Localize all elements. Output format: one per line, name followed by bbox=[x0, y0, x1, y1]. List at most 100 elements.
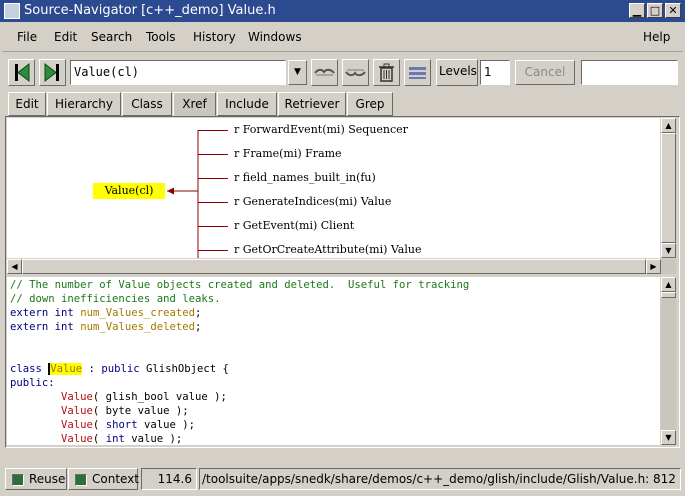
chevron-down-icon: ▼ bbox=[294, 67, 301, 77]
scroll-up-icon[interactable]: ▲ bbox=[661, 277, 676, 292]
menu-history[interactable]: History bbox=[193, 30, 236, 44]
symbol-input[interactable]: Value(cl) bbox=[70, 60, 286, 85]
menu-file-label: File bbox=[17, 30, 38, 44]
code-token: ( byte value ); bbox=[92, 405, 189, 417]
code-token: value ); bbox=[137, 419, 195, 431]
menu-help[interactable]: Help bbox=[643, 30, 670, 44]
code-token: num_Values_created bbox=[80, 307, 196, 319]
close-button[interactable]: ✕ bbox=[665, 3, 681, 18]
code-token: ( bbox=[92, 419, 106, 431]
code-token: // down inefficiencies and leaks. bbox=[10, 293, 221, 305]
code-token: public: bbox=[10, 377, 55, 389]
delete-button[interactable] bbox=[373, 59, 400, 86]
code-token: : bbox=[82, 363, 102, 375]
menu-tools-label: Tools bbox=[146, 30, 176, 44]
tab-grep[interactable]: Grep bbox=[347, 92, 393, 116]
xref-graph-pane[interactable]: Value(cl) r ForwardEvent(mi) Sequencer r… bbox=[7, 118, 660, 258]
code-line: Value( glish_bool value ); bbox=[10, 390, 227, 404]
code-token: // The number of Value objects created a… bbox=[10, 279, 470, 291]
symbol-dropdown-button[interactable]: ▼ bbox=[288, 60, 307, 85]
levels-input[interactable]: 1 bbox=[480, 60, 510, 85]
back-arrow-icon bbox=[15, 62, 30, 83]
xref-horizontal-scrollbar[interactable]: ◀ ▶ bbox=[7, 259, 676, 274]
refers-to-button[interactable] bbox=[311, 59, 338, 86]
code-token: int bbox=[54, 307, 74, 319]
menu-file[interactable]: File bbox=[17, 30, 37, 44]
scroll-up-icon[interactable]: ▲ bbox=[661, 118, 676, 133]
reuse-checkbox[interactable] bbox=[12, 474, 24, 486]
code-token: public bbox=[101, 363, 140, 375]
forward-button[interactable] bbox=[39, 59, 66, 86]
code-token: ( bbox=[92, 433, 106, 445]
code-token: ( glish_bool value ); bbox=[92, 391, 227, 403]
xref-ref-node[interactable]: r Frame(mi) Frame bbox=[234, 147, 342, 161]
status-bar: Reuse Context 114.6 /toolsuite/apps/sned… bbox=[2, 466, 683, 492]
scroll-left-icon[interactable]: ◀ bbox=[7, 259, 22, 274]
context-label: Context bbox=[92, 472, 140, 486]
scroll-thumb[interactable] bbox=[661, 292, 676, 298]
code-line: Value( int value ); bbox=[10, 432, 182, 445]
menu-windows[interactable]: Windows bbox=[248, 30, 302, 44]
menu-tools[interactable]: Tools bbox=[146, 30, 176, 44]
xref-connector bbox=[198, 250, 228, 251]
menu-windows-label: Windows bbox=[248, 30, 302, 44]
code-token: num_Values_deleted bbox=[80, 321, 196, 333]
tab-include[interactable]: Include bbox=[217, 92, 277, 116]
xref-connector bbox=[198, 178, 228, 179]
hscroll-thumb[interactable] bbox=[22, 259, 646, 274]
xref-ref-node[interactable]: r GetEvent(mi) Client bbox=[234, 219, 354, 233]
code-line: // The number of Value objects created a… bbox=[10, 278, 469, 292]
reuse-toggle[interactable]: Reuse bbox=[5, 468, 67, 490]
menu-edit-label: Edit bbox=[54, 30, 78, 44]
scroll-thumb[interactable] bbox=[661, 133, 676, 243]
maximize-button[interactable]: □ bbox=[647, 3, 663, 18]
xref-ref-node[interactable]: r GenerateIndices(mi) Value bbox=[234, 195, 391, 209]
reuse-label: Reuse bbox=[29, 472, 66, 486]
xref-ref-node[interactable]: r GetOrCreateAttribute(mi) Value bbox=[234, 243, 421, 257]
tab-retriever[interactable]: Retriever bbox=[278, 92, 346, 116]
code-line: // down inefficiencies and leaks. bbox=[10, 292, 220, 306]
code-token: ; bbox=[195, 307, 202, 319]
code-token: ; bbox=[195, 321, 202, 333]
tab-xref[interactable]: Xref bbox=[173, 92, 216, 116]
context-checkbox[interactable] bbox=[75, 474, 87, 486]
scroll-right-icon[interactable]: ▶ bbox=[646, 259, 661, 274]
tab-edit[interactable]: Edit bbox=[8, 92, 46, 116]
referred-by-button[interactable] bbox=[342, 59, 369, 86]
hands-right-icon bbox=[314, 68, 335, 76]
arrow-left-icon bbox=[167, 187, 174, 195]
code-line: class Value : public GlishObject { bbox=[10, 362, 229, 376]
scroll-down-icon[interactable]: ▼ bbox=[661, 243, 676, 258]
code-token: Value bbox=[61, 405, 93, 417]
code-token: int bbox=[54, 321, 74, 333]
xref-root-node[interactable]: Value(cl) bbox=[93, 183, 165, 199]
menu-help-label: Help bbox=[643, 30, 671, 44]
context-toggle[interactable]: Context bbox=[68, 468, 140, 490]
menu-edit[interactable]: Edit bbox=[54, 30, 77, 44]
title-bar[interactable]: Source-Navigator [c++_demo] Value.h ▁ □ … bbox=[0, 0, 685, 22]
xref-ref-node[interactable]: r ForwardEvent(mi) Sequencer bbox=[234, 123, 408, 137]
tab-class[interactable]: Class bbox=[122, 92, 172, 116]
code-line: extern int num_Values_created; bbox=[10, 306, 201, 320]
editor-vertical-scrollbar[interactable]: ▲ ▼ bbox=[661, 277, 676, 445]
menu-search[interactable]: Search bbox=[91, 30, 132, 44]
minimize-button[interactable]: ▁ bbox=[629, 3, 645, 18]
graph-layout-button[interactable] bbox=[404, 59, 431, 86]
cancel-button[interactable]: Cancel bbox=[515, 60, 575, 85]
code-line: Value( byte value ); bbox=[10, 404, 189, 418]
scroll-down-icon[interactable]: ▼ bbox=[661, 430, 676, 445]
xref-connector bbox=[198, 202, 228, 203]
menu-search-label: Search bbox=[91, 30, 133, 44]
xref-ref-node[interactable]: r field_names_built_in(fu) bbox=[234, 171, 376, 185]
code-token: int bbox=[105, 433, 125, 445]
right-field[interactable] bbox=[581, 60, 678, 85]
code-token: class bbox=[10, 363, 42, 375]
xref-vertical-scrollbar[interactable]: ▲ ▼ bbox=[661, 118, 676, 258]
app-icon[interactable] bbox=[4, 3, 20, 19]
tab-hierarchy[interactable]: Hierarchy bbox=[47, 92, 121, 116]
hands-left-icon bbox=[345, 69, 366, 77]
xref-connector bbox=[198, 226, 228, 227]
source-editor[interactable]: // The number of Value objects created a… bbox=[7, 277, 660, 445]
back-button[interactable] bbox=[8, 59, 35, 86]
